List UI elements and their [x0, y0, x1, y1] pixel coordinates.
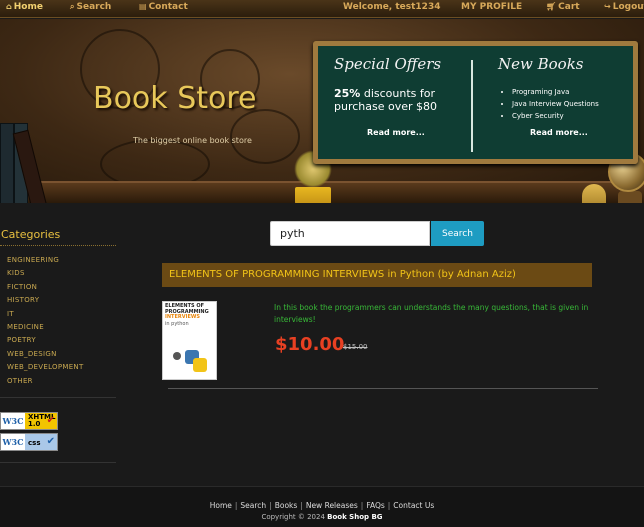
special-offers-heading: Special Offers: [334, 55, 442, 73]
search-input[interactable]: pyth: [270, 221, 430, 246]
contact-icon: ▤: [139, 2, 147, 11]
result-divider: [168, 388, 598, 389]
footer-links: Home | Search | Books | New Releases | FAQs | Cont…: [209, 501, 435, 510]
special-offers-text: 25% discounts for purchase over $80: [334, 87, 438, 113]
new-books-read-more[interactable]: Read more...: [530, 128, 588, 137]
w3c-xhtml-badge[interactable]: W3C XHTML 1.0 ✔: [0, 412, 58, 430]
footer-link-faqs[interactable]: FAQs: [366, 501, 384, 510]
check-icon: ✔: [46, 436, 55, 447]
new-book-item[interactable]: Cyber Security: [512, 110, 628, 122]
category-item[interactable]: KIDS: [7, 267, 122, 280]
search-button[interactable]: Search: [431, 221, 484, 246]
book-description: In this book the programmers can underst…: [274, 303, 589, 324]
footer-link-new-releases[interactable]: New Releases: [306, 501, 358, 510]
category-item[interactable]: POETRY: [7, 334, 122, 347]
sidebar-divider: [0, 397, 116, 398]
book-cover-image[interactable]: ELEMENTS OF PROGRAMMING INTERVIEWS in py…: [162, 301, 217, 380]
nav-search[interactable]: ⌕ Search: [70, 2, 111, 12]
category-item[interactable]: MEDICINE: [7, 321, 122, 334]
board-divider: [471, 60, 473, 152]
book-old-price: $15.00: [343, 343, 368, 351]
footer-link-search[interactable]: Search: [240, 501, 266, 510]
plant-pot-image: [295, 187, 331, 203]
nav-cart[interactable]: 🛒︎ Cart: [546, 2, 580, 12]
footer-link-contact[interactable]: Contact Us: [393, 501, 434, 510]
magnifier-icon: [173, 352, 181, 360]
logout-icon: ↪: [604, 2, 611, 11]
new-books-list: Programing Java Java Interview Questions…: [498, 86, 628, 122]
check-icon: ✔: [46, 415, 55, 426]
new-books-heading: New Books: [498, 55, 584, 73]
bell-image: [582, 184, 606, 203]
site-subtitle: The biggest online book store: [133, 136, 252, 145]
python-logo-icon: [193, 358, 207, 372]
book-title-heading[interactable]: ELEMENTS OF PROGRAMMING INTERVIEWS in Py…: [162, 263, 592, 287]
nav-logout[interactable]: ↪Logout: [604, 2, 644, 12]
new-book-item[interactable]: Java Interview Questions: [512, 98, 628, 110]
footer-link-books[interactable]: Books: [275, 501, 298, 510]
shelf-book: [0, 123, 14, 203]
globe-stand: [618, 191, 642, 203]
categories-list: ENGINEERING KIDS FICTION HISTORY IT MEDI…: [0, 246, 122, 388]
category-item[interactable]: IT: [7, 308, 122, 321]
w3c-css-badge[interactable]: W3C css ✔: [0, 433, 58, 451]
sidebar-divider: [0, 462, 116, 463]
sidebar: Categories ENGINEERING KIDS FICTION HIST…: [0, 224, 122, 463]
welcome-text: Welcome, test1234: [343, 2, 441, 12]
category-item[interactable]: WEB_DEVELOPMENT: [7, 361, 122, 374]
copyright: Copyright © 2024 Book Shop BG: [261, 513, 383, 521]
nav-home[interactable]: ⌂ Home: [6, 2, 43, 12]
category-item[interactable]: WEB_DESIGN: [7, 348, 122, 361]
book-price: $10.00: [275, 334, 345, 355]
category-item[interactable]: FICTION: [7, 281, 122, 294]
footer-link-home[interactable]: Home: [210, 501, 232, 510]
chalkboard: Special Offers 25% discounts for purchas…: [313, 41, 638, 164]
new-books-panel: New Books Programing Java Java Interview…: [498, 55, 628, 122]
category-item[interactable]: ENGINEERING: [7, 254, 122, 267]
category-item[interactable]: OTHER: [7, 375, 122, 388]
search-icon: ⌕: [70, 2, 75, 11]
special-offers-panel: Special Offers 25% discounts for purchas…: [334, 55, 464, 113]
home-icon: ⌂: [6, 2, 12, 11]
site-title: Book Store: [93, 81, 257, 116]
special-offers-read-more[interactable]: Read more...: [367, 128, 425, 137]
footer: Home | Search | Books | New Releases | FAQs | Cont…: [0, 486, 644, 527]
top-nav: ⌂ Home ⌕ Search ▤ Contact Welcome, test1234…: [0, 0, 644, 18]
nav-contact[interactable]: ▤ Contact: [139, 2, 188, 12]
nav-my-profile[interactable]: MY PROFILE: [461, 2, 522, 12]
cart-icon: 🛒︎: [546, 2, 557, 11]
category-item[interactable]: HISTORY: [7, 294, 122, 307]
categories-title: Categories: [0, 224, 116, 246]
new-book-item[interactable]: Programing Java: [512, 86, 628, 98]
